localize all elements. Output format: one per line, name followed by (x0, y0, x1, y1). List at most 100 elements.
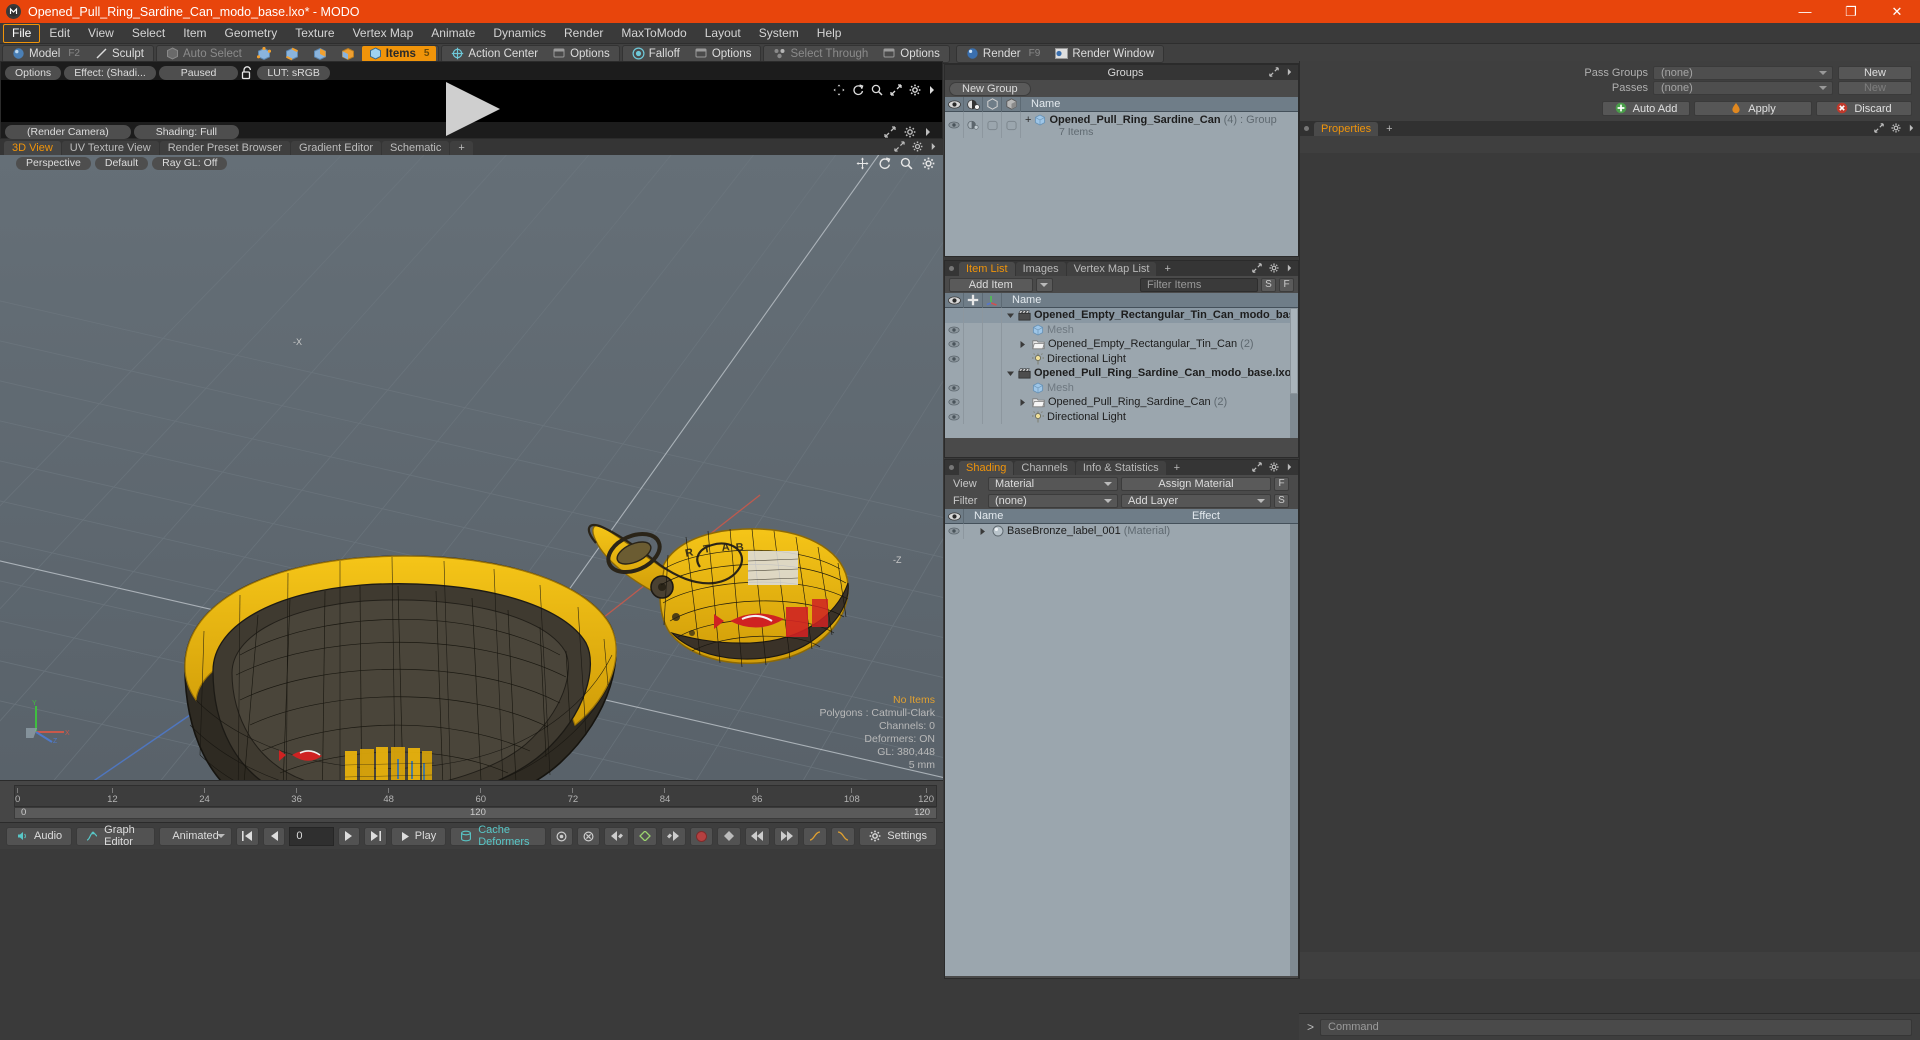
item-list-row[interactable]: Opened_Pull_Ring_Sardine_Can (2) (945, 395, 1298, 410)
chevron-right-icon[interactable] (1908, 123, 1915, 133)
add-layer-select[interactable]: Add Layer (1121, 493, 1271, 508)
tab-add-properties[interactable]: + (1379, 122, 1399, 136)
discard-button[interactable]: Discard (1816, 101, 1912, 116)
transform-toggle[interactable] (983, 395, 1002, 410)
ray-gl-button[interactable]: Ray GL: Off (152, 156, 228, 170)
shading-s-button[interactable]: S (1274, 493, 1289, 508)
menu-item-edit[interactable]: Edit (40, 24, 79, 43)
menu-item-maxtomodo[interactable]: MaxToModo (612, 24, 695, 43)
add-item-button[interactable]: Add Item (949, 277, 1033, 292)
menu-item-item[interactable]: Item (174, 24, 215, 43)
eye-icon[interactable] (945, 112, 964, 138)
checkbox-icon[interactable] (1002, 112, 1021, 138)
auto-add-button[interactable]: Auto Add (1602, 101, 1690, 116)
assign-material-button[interactable]: Assign Material (1121, 476, 1271, 491)
viewport-tab--[interactable]: + (450, 141, 473, 155)
lock-toggle[interactable] (964, 380, 983, 395)
lock-toggle[interactable] (964, 308, 983, 323)
pan-icon[interactable] (833, 84, 845, 96)
vertex-mode-button[interactable] (250, 46, 277, 62)
close-button[interactable]: ✕ (1874, 0, 1920, 23)
render-camera-button[interactable]: (Render Camera) (5, 124, 131, 139)
gear-icon[interactable] (922, 157, 935, 170)
falloff-options-button[interactable]: Options (688, 46, 759, 62)
material-mode-button[interactable] (334, 46, 361, 62)
new-group-button[interactable]: New Group (949, 81, 1031, 96)
gear-icon[interactable] (904, 126, 916, 138)
shading-row[interactable]: BaseBronze_label_001 (Material) (945, 524, 1298, 539)
loop-start-button[interactable] (745, 826, 771, 846)
polygon-mode-button[interactable] (306, 46, 333, 62)
transform-toggle[interactable] (983, 409, 1002, 424)
transform-toggle[interactable] (983, 337, 1002, 352)
shading-tab-shading[interactable]: Shading (959, 460, 1014, 475)
zoom-icon[interactable] (900, 157, 913, 170)
viewport-tab-schematic[interactable]: Schematic (382, 141, 450, 155)
passes-select[interactable]: (none) (1653, 81, 1833, 95)
item-list-row[interactable]: Directional Light (945, 409, 1298, 424)
command-input[interactable]: Command (1320, 1018, 1912, 1036)
add-item-dropdown[interactable] (1035, 277, 1053, 292)
shading-list-body[interactable]: BaseBronze_label_001 (Material) (945, 524, 1298, 976)
render-button[interactable]: Render F9 (959, 46, 1047, 62)
gear-icon[interactable] (1269, 263, 1279, 273)
maximize-button[interactable]: ❐ (1828, 0, 1874, 23)
lock-toggle[interactable] (964, 409, 983, 424)
key-next-button[interactable] (661, 826, 687, 846)
lock-toggle[interactable] (964, 337, 983, 352)
sculpt-mode-button[interactable]: Sculpt (88, 46, 151, 62)
viewport-tab-uv-texture-view[interactable]: UV Texture View (61, 141, 159, 155)
go-to-end-button[interactable] (363, 826, 387, 846)
gear-icon[interactable] (1891, 123, 1901, 133)
properties-content-area[interactable] (1300, 153, 1920, 952)
item-list-row[interactable]: Mesh (945, 380, 1298, 395)
shading-full-button[interactable]: Shading: Full (133, 124, 239, 139)
groups-row[interactable]: + Opened_Pull_Ring_Sardine_Can (4): Group 7… (945, 112, 1298, 138)
unlock-icon[interactable] (241, 65, 254, 80)
new-pass-group-button[interactable]: New (1838, 66, 1912, 80)
item-list-row[interactable]: Opened_Empty_Rectangular_Tin_Can_modo_ba… (945, 308, 1298, 323)
item-list-row[interactable]: Mesh (945, 322, 1298, 337)
eye-icon[interactable] (945, 395, 964, 410)
menu-item-help[interactable]: Help (808, 24, 851, 43)
keyframe-diamond-button[interactable] (717, 826, 742, 846)
item-list-row[interactable]: Opened_Empty_Rectangular_Tin_Can (2) (945, 337, 1298, 352)
row-expander[interactable] (1018, 398, 1029, 407)
select-through-button[interactable]: Select Through (766, 46, 875, 62)
preview-paused-button[interactable]: Paused (158, 65, 239, 80)
expand-icon[interactable] (1252, 462, 1262, 472)
shading-scrollbar[interactable] (1290, 524, 1298, 976)
action-center-options-button[interactable]: Options (546, 46, 617, 62)
lock-toggle[interactable] (964, 322, 983, 337)
eye-icon[interactable] (945, 524, 964, 539)
model-mode-button[interactable]: Model F2 (5, 46, 87, 62)
viewport-tab-render-preset-browser[interactable]: Render Preset Browser (159, 141, 291, 155)
render-window-button[interactable]: Render Window (1048, 46, 1161, 62)
chevron-right-icon[interactable] (1286, 263, 1293, 273)
animated-select[interactable]: Animated (158, 826, 233, 846)
chevron-right-icon[interactable] (928, 84, 936, 96)
item-list-tab--[interactable]: + (1157, 262, 1177, 276)
expand-icon[interactable] (884, 125, 896, 138)
eye-icon[interactable] (945, 409, 964, 424)
timeline-panel[interactable]: 0 12 24 36 48 60 72 84 96 108 120 0 120 120 (0, 780, 943, 822)
settings-button[interactable]: Settings (859, 826, 937, 846)
falloff-button[interactable]: Falloff (625, 46, 687, 62)
graph-editor-button[interactable]: Graph Editor (76, 824, 155, 848)
new-pass-button[interactable]: New (1838, 81, 1912, 95)
menu-item-animate[interactable]: Animate (422, 24, 484, 43)
item-list-body[interactable]: Opened_Empty_Rectangular_Tin_Can_modo_ba… (945, 308, 1298, 438)
shading-tab-info-&-statistics[interactable]: Info & Statistics (1075, 460, 1166, 475)
timeline-range-bar[interactable]: 0 120 120 (14, 807, 937, 819)
action-center-button[interactable]: Action Center (444, 46, 545, 62)
menu-item-file[interactable]: File (3, 23, 41, 43)
next-frame-button[interactable] (337, 826, 360, 846)
shading-filter-select[interactable]: (none) (988, 493, 1118, 508)
chevron-right-icon[interactable] (1286, 462, 1293, 472)
groups-list-body[interactable]: + Opened_Pull_Ring_Sardine_Can (4): Group 7… (945, 112, 1298, 256)
transform-toggle[interactable] (983, 351, 1002, 366)
shading-tab-channels[interactable]: Channels (1014, 460, 1075, 475)
panel-menu-dot-icon[interactable] (949, 266, 954, 271)
item-list-row[interactable]: Directional Light (945, 351, 1298, 366)
previous-frame-button[interactable] (263, 826, 286, 846)
